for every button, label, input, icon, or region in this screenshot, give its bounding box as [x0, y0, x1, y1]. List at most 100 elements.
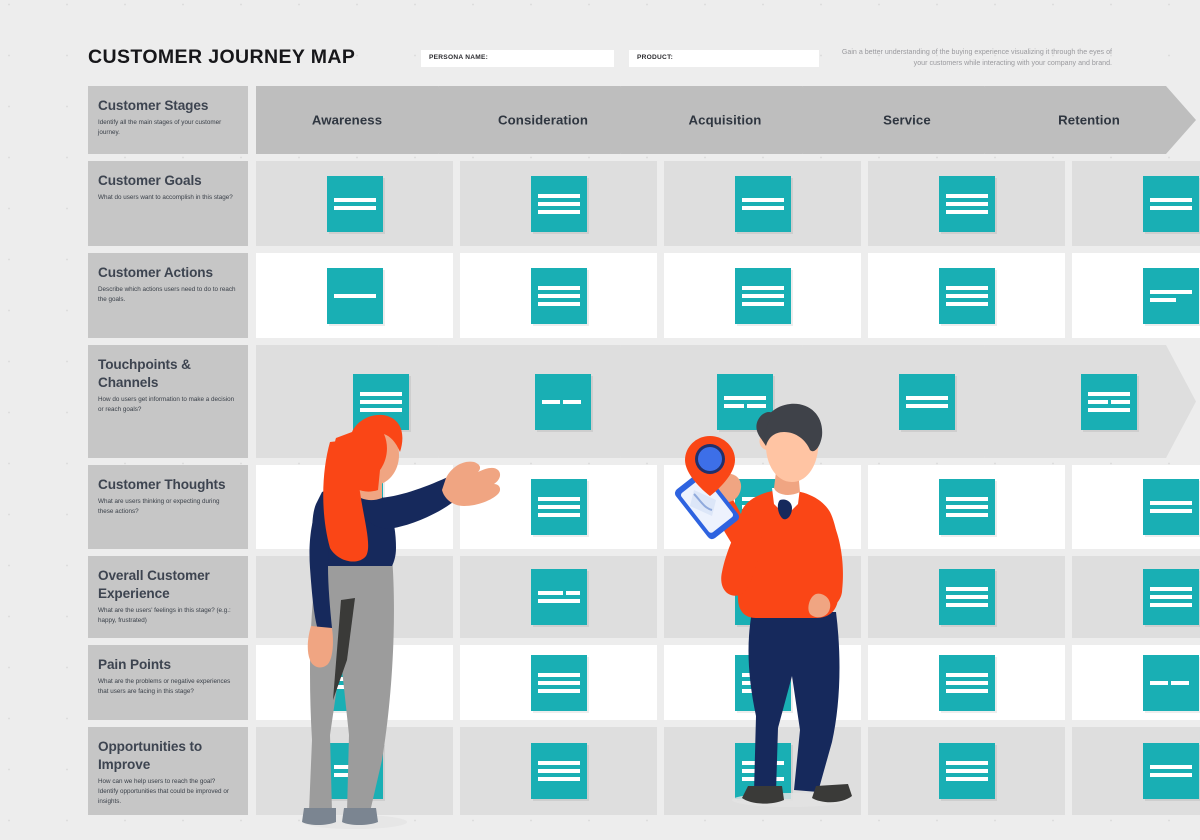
sticky-note-card[interactable] [327, 655, 383, 711]
note-text-line [360, 392, 402, 396]
note-text-line [538, 761, 580, 765]
note-text-line [1150, 603, 1192, 607]
note-text-line [334, 773, 376, 777]
journey-row: Customer Thoughts What are users thinking… [88, 465, 1200, 549]
sticky-note-card[interactable] [735, 268, 791, 324]
note-text-segment [538, 673, 580, 677]
stage-header-acquisition[interactable]: Acquisition [620, 86, 832, 154]
note-text-line [334, 206, 376, 210]
sticky-note-card[interactable] [327, 569, 383, 625]
journey-row: Pain Points What are the problems or nega… [88, 645, 1200, 720]
note-text-segment [724, 396, 766, 400]
sticky-note-card[interactable] [1143, 743, 1199, 799]
note-text-line [1150, 773, 1192, 777]
row-label-cell[interactable]: Overall Customer Experience What are the … [88, 556, 248, 638]
note-text-segment [538, 210, 580, 214]
sticky-note-card[interactable] [939, 176, 995, 232]
note-text-line [334, 294, 376, 298]
note-text-line [538, 286, 580, 290]
note-text-line [538, 689, 580, 693]
note-text-line [742, 681, 784, 685]
note-text-segment [1150, 509, 1192, 513]
note-text-segment [1111, 400, 1130, 404]
stage-header-retention[interactable]: Retention [984, 86, 1196, 154]
note-text-segment [1088, 400, 1108, 404]
note-text-segment [742, 286, 784, 290]
note-text-line [946, 673, 988, 677]
sticky-note-card[interactable] [735, 479, 791, 535]
sticky-note-card[interactable] [899, 374, 955, 430]
note-text-line [1150, 587, 1192, 591]
sticky-note-card[interactable] [1143, 569, 1199, 625]
sticky-note-card[interactable] [531, 479, 587, 535]
row-label-title: Pain Points [98, 657, 171, 672]
note-text-line [360, 408, 402, 412]
sticky-note-card[interactable] [1143, 176, 1199, 232]
stage-header-service[interactable]: Service [802, 86, 1014, 154]
row-label-cell[interactable]: Opportunities to Improve How can we help … [88, 727, 248, 815]
sticky-note-card[interactable] [939, 479, 995, 535]
note-text-segment [538, 769, 580, 773]
sticky-note-card[interactable] [939, 743, 995, 799]
note-text-segment [334, 501, 376, 505]
row-label-cell[interactable]: Customer Thoughts What are users thinking… [88, 465, 248, 549]
note-text-line [538, 681, 580, 685]
sticky-note-card[interactable] [939, 569, 995, 625]
sticky-note-card[interactable] [939, 655, 995, 711]
note-text-line [1150, 765, 1192, 769]
note-text-segment [360, 392, 402, 396]
sticky-note-card[interactable] [531, 569, 587, 625]
note-text-segment [334, 198, 376, 202]
sticky-note-card[interactable] [1143, 268, 1199, 324]
sticky-note-card[interactable] [1143, 479, 1199, 535]
note-text-line [946, 294, 988, 298]
sticky-note-card[interactable] [327, 479, 383, 535]
note-text-line [1150, 595, 1192, 599]
note-text-segment [563, 400, 581, 404]
note-text-line [742, 302, 784, 306]
note-text-line [946, 513, 988, 517]
note-text-line [542, 400, 584, 404]
persona-name-label: PERSONA NAME: [429, 54, 489, 61]
stage-header-awareness[interactable]: Awareness [256, 86, 468, 154]
note-text-segment [334, 773, 376, 777]
note-text-line [946, 595, 988, 599]
sticky-note-card[interactable] [531, 176, 587, 232]
row-label-cell[interactable]: Customer Stages Identify all the main sta… [88, 86, 248, 154]
note-text-segment [946, 294, 988, 298]
row-cells [256, 465, 1200, 549]
sticky-note-card[interactable] [1143, 655, 1199, 711]
persona-name-field[interactable]: PERSONA NAME: [421, 50, 614, 67]
sticky-note-card[interactable] [717, 374, 773, 430]
note-text-line [742, 777, 784, 781]
sticky-note-card[interactable] [327, 743, 383, 799]
note-text-segment [946, 210, 988, 214]
sticky-note-card[interactable] [531, 268, 587, 324]
sticky-note-card[interactable] [353, 374, 409, 430]
row-label-cell[interactable]: Pain Points What are the problems or nega… [88, 645, 248, 720]
sticky-note-card[interactable] [939, 268, 995, 324]
sticky-note-card[interactable] [535, 374, 591, 430]
sticky-note-card[interactable] [327, 268, 383, 324]
note-text-segment [1150, 773, 1192, 777]
note-text-segment [742, 769, 768, 773]
sticky-note-card[interactable] [735, 655, 791, 711]
stage-label: Acquisition [688, 112, 762, 128]
note-text-segment [946, 673, 988, 677]
stage-header-consideration[interactable]: Consideration [438, 86, 650, 154]
note-text-line [742, 513, 784, 517]
sticky-note-card[interactable] [327, 176, 383, 232]
product-field[interactable]: PRODUCT: [629, 50, 819, 67]
row-label-description: What are the users' feelings in this sta… [98, 606, 231, 624]
row-label-cell[interactable]: Customer Actions Describe which actions u… [88, 253, 248, 338]
sticky-note-card[interactable] [735, 569, 791, 625]
note-text-segment [1088, 408, 1130, 412]
row-label-cell[interactable]: Customer Goals What do users want to acco… [88, 161, 248, 246]
note-text-segment [946, 603, 988, 607]
sticky-note-card[interactable] [531, 743, 587, 799]
sticky-note-card[interactable] [531, 655, 587, 711]
sticky-note-card[interactable] [735, 176, 791, 232]
sticky-note-card[interactable] [735, 743, 791, 799]
row-label-cell[interactable]: Touchpoints & Channels How do users get i… [88, 345, 248, 458]
sticky-note-card[interactable] [1081, 374, 1137, 430]
